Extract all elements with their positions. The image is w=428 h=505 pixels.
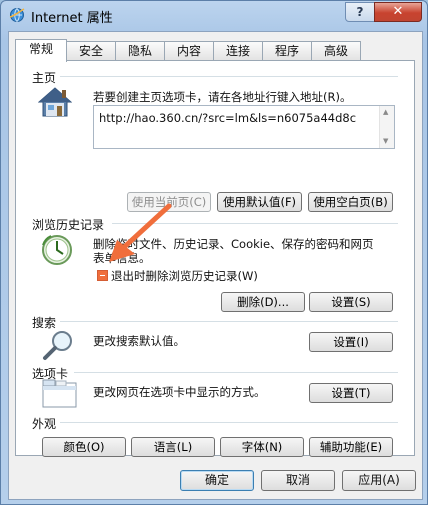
- appearance-divider: [60, 422, 398, 423]
- tabs-window-icon: [42, 379, 77, 408]
- history-settings-button[interactable]: 设置(S): [309, 292, 393, 312]
- tab-advanced[interactable]: 高级: [311, 41, 361, 60]
- scroll-down-icon[interactable]: ▼: [383, 137, 388, 145]
- tab-general[interactable]: 常规: [15, 39, 67, 62]
- homepage-description: 若要创建主页选项卡，请在各地址行键入地址(R)。: [93, 90, 352, 104]
- home-icon: [38, 87, 72, 117]
- cancel-button[interactable]: 取消: [261, 470, 335, 491]
- scroll-up-icon[interactable]: ▲: [383, 108, 388, 116]
- history-clock-icon: [42, 235, 72, 265]
- homepage-url-value: http://hao.360.cn/?src=lm&ls=n6075a44d8c: [99, 111, 357, 125]
- close-button[interactable]: ✕: [374, 2, 422, 22]
- annotation-arrow-icon: [109, 203, 172, 262]
- fonts-button[interactable]: 字体(N): [220, 437, 304, 457]
- languages-button[interactable]: 语言(L): [131, 437, 215, 457]
- homepage-group-label: 主页: [32, 71, 57, 85]
- tab-programs[interactable]: 程序: [262, 41, 312, 60]
- colors-button[interactable]: 颜色(O): [42, 437, 126, 457]
- ok-button[interactable]: 确定: [180, 470, 254, 491]
- general-tab-panel: 主页 若要创建主页选项卡，请在各地址行键入地址(R)。 http://hao.3…: [15, 60, 415, 457]
- apply-button[interactable]: 应用(A): [342, 470, 416, 491]
- search-description: 更改搜索默认值。: [93, 334, 185, 348]
- tabs-divider: [74, 372, 398, 373]
- search-magnifier-icon: [43, 331, 72, 360]
- window-title: Internet 属性: [31, 11, 113, 26]
- homepage-divider: [60, 76, 398, 77]
- homepage-url-scrollbar[interactable]: ▲ ▼: [379, 106, 394, 148]
- search-settings-button[interactable]: 设置(I): [309, 332, 393, 352]
- tab-privacy[interactable]: 隐私: [115, 41, 165, 60]
- tab-content[interactable]: 内容: [164, 41, 214, 60]
- appearance-group-label: 外观: [32, 417, 57, 431]
- search-divider: [60, 321, 398, 322]
- delete-history-button[interactable]: 删除(D)...: [221, 292, 305, 312]
- tab-connections[interactable]: 连接: [213, 41, 263, 60]
- tab-security[interactable]: 安全: [66, 41, 116, 60]
- internet-properties-window: Internet 属性 ? ✕ 常规 安全 隐私 内容 连接 程序 高级 主页: [0, 0, 428, 505]
- history-group-label: 浏览历史记录: [32, 218, 105, 232]
- use-default-button[interactable]: 使用默认值(F): [217, 192, 302, 212]
- tabs-description: 更改网页在选项卡中显示的方式。: [93, 385, 266, 399]
- tabs-settings-button[interactable]: 设置(T): [309, 383, 393, 403]
- internet-explorer-icon: [9, 8, 25, 22]
- homepage-url-textarea[interactable]: http://hao.360.cn/?src=lm&ls=n6075a44d8c…: [93, 105, 395, 149]
- use-blank-button[interactable]: 使用空白页(B): [308, 192, 393, 212]
- accessibility-button[interactable]: 辅助功能(E): [309, 437, 393, 457]
- title-bar[interactable]: Internet 属性 ? ✕: [1, 1, 427, 29]
- dialog-client: 常规 安全 隐私 内容 连接 程序 高级 主页 若要创建主页选项卡，请在各地址行…: [8, 31, 423, 500]
- help-button[interactable]: ?: [345, 2, 375, 22]
